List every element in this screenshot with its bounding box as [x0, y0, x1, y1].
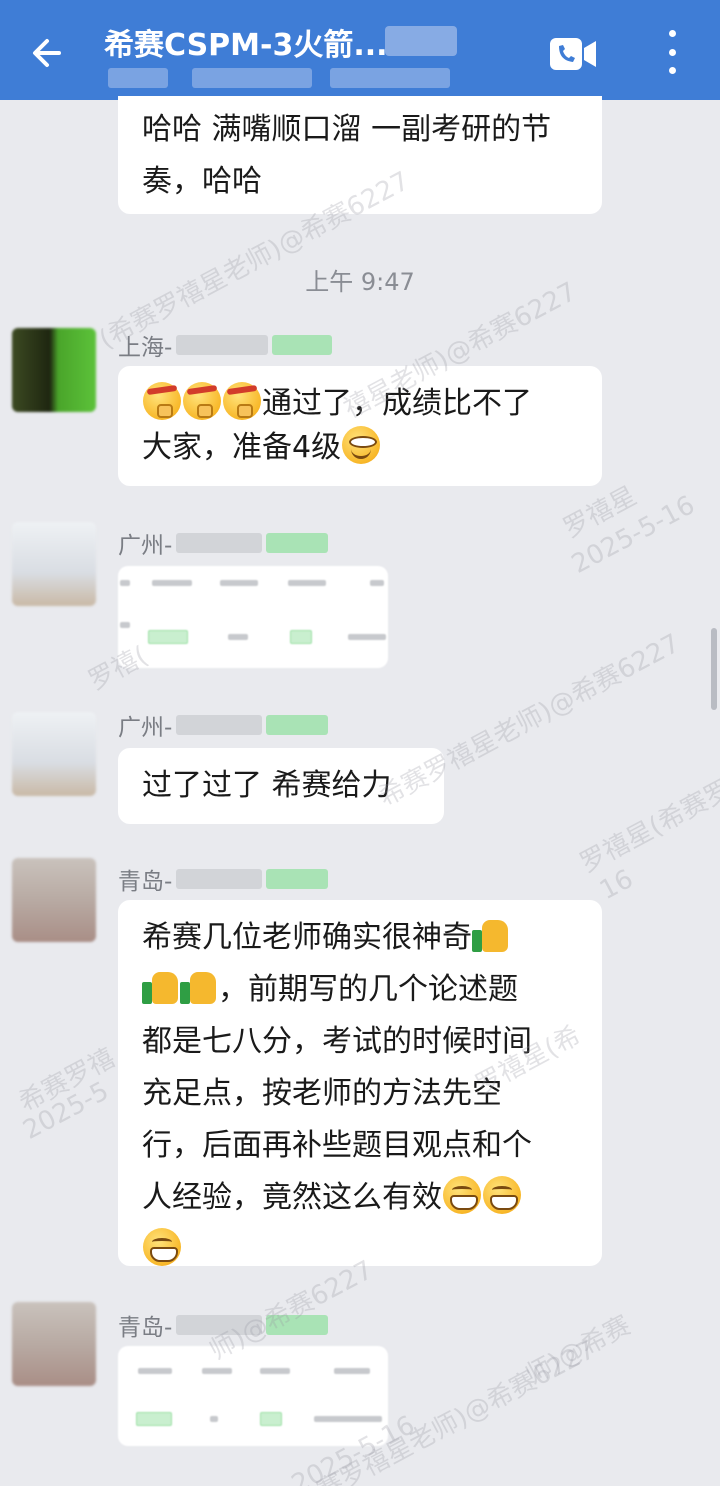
timestamp: 上午 9:47: [305, 268, 415, 296]
chat-title[interactable]: 希赛CSPM-3火箭...: [104, 20, 388, 64]
image-message[interactable]: [118, 566, 388, 668]
more-vertical-icon: [668, 30, 676, 37]
sender-name: 上海-: [118, 330, 333, 361]
subtitle-redaction: [330, 68, 450, 88]
avatar[interactable]: [12, 712, 96, 796]
message-bubble[interactable]: 希赛几位老师确实很神奇 ，前期写的几个论述题 都是七八分，考试的时候时间 充足点…: [118, 900, 602, 1266]
grin-emoji-icon: [483, 1176, 521, 1214]
message-text: 充足点，按老师的方法先空: [142, 1076, 502, 1111]
avatar[interactable]: [12, 858, 96, 942]
watermark: 师)@希赛: [520, 1310, 636, 1391]
chat-header: 希赛CSPM-3火箭...: [0, 0, 720, 100]
back-button[interactable]: [22, 28, 72, 78]
avatar[interactable]: [12, 522, 96, 606]
message-text: ，前期写的几个论述题: [218, 972, 518, 1007]
thumbs-up-icon: [180, 968, 218, 1006]
watermark: 2025-5-16: [566, 490, 700, 580]
grin-emoji-icon: [143, 1228, 181, 1266]
shush-angry-emoji-icon: [143, 382, 181, 420]
more-options-button[interactable]: [660, 30, 684, 74]
subtitle-redaction: [108, 68, 168, 88]
message-text: 行，后面再补些题目观点和个: [142, 1128, 532, 1163]
title-redaction: [385, 26, 457, 56]
subtitle-redaction: [192, 68, 312, 88]
image-message[interactable]: [118, 1346, 388, 1446]
sender-name: 青岛-: [118, 1310, 329, 1341]
video-call-button[interactable]: [548, 36, 598, 72]
thumbs-up-icon: [142, 968, 180, 1006]
message-bubble[interactable]: 通过了，成绩比不了 大家，准备4级: [118, 366, 602, 486]
message-text: 哈哈 满嘴顺口溜 一副考研的节奏，哈哈: [142, 112, 552, 199]
watermark: 罗禧星: [558, 481, 642, 545]
message-text: 过了过了 希赛给力: [142, 768, 392, 803]
message-bubble[interactable]: 哈哈 满嘴顺口溜 一副考研的节奏，哈哈: [118, 96, 602, 214]
grin-emoji-icon: [443, 1176, 481, 1214]
message-text: 通过了，成绩比不了: [262, 386, 532, 421]
message-text: 希赛几位老师确实很神奇: [142, 920, 472, 955]
sender-name: 广州-: [118, 528, 329, 559]
scrollbar[interactable]: [711, 628, 717, 710]
message-bubble[interactable]: 过了过了 希赛给力: [118, 748, 444, 824]
thumbs-up-icon: [472, 916, 510, 954]
message-text: 都是七八分，考试的时候时间: [142, 1024, 532, 1059]
shush-angry-emoji-icon: [223, 382, 261, 420]
watermark: 16: [594, 863, 639, 907]
watermark: 希赛罗禧: [14, 1043, 121, 1119]
sender-name: 青岛-: [118, 864, 329, 895]
shush-angry-emoji-icon: [183, 382, 221, 420]
video-call-icon: [550, 38, 596, 70]
watermark: 罗禧星(希赛罗禧: [575, 762, 720, 880]
message-text: 大家，准备4级: [142, 430, 342, 465]
smirk-emoji-icon: [342, 426, 381, 464]
message-text: 人经验，竟然这么有效: [142, 1180, 442, 1215]
back-arrow-icon: [33, 39, 61, 67]
avatar[interactable]: [12, 1302, 96, 1386]
watermark: 2025-5: [18, 1076, 114, 1146]
avatar[interactable]: [12, 328, 96, 412]
sender-name: 广州-: [118, 710, 329, 741]
